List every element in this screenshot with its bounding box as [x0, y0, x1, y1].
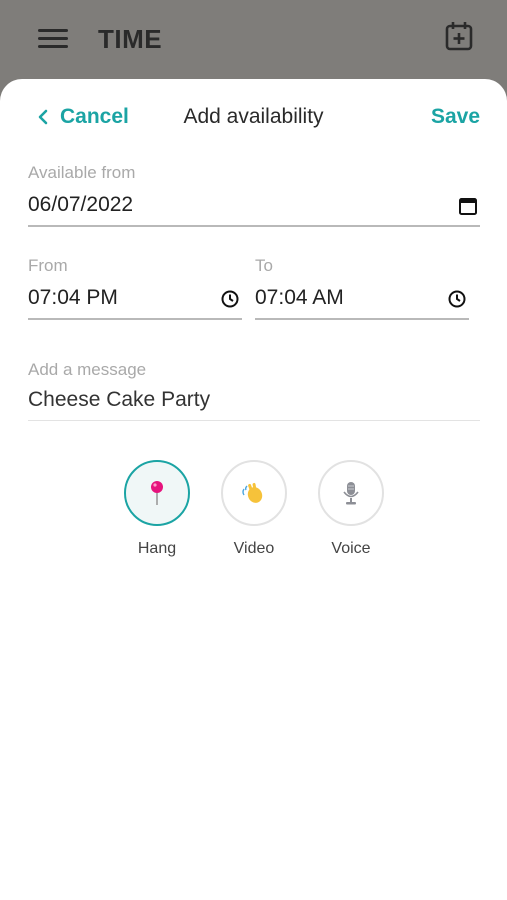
wave-hand-icon — [242, 482, 263, 503]
pin-icon — [151, 481, 163, 505]
option-video-label: Video — [233, 540, 275, 557]
app-title: TIME — [98, 24, 163, 54]
option-hang[interactable]: Hang — [122, 460, 192, 558]
option-voice[interactable]: Voice — [316, 460, 386, 558]
option-voice-circle[interactable] — [318, 460, 384, 526]
message-field[interactable]: Add a message Cheese Cake Party — [28, 360, 480, 421]
available-from-value: 06/07/2022 — [28, 193, 134, 216]
clock-icon[interactable] — [447, 289, 467, 309]
from-time-field[interactable]: From 07:04 PM — [28, 256, 242, 320]
app-bar: TIME — [0, 0, 507, 80]
option-video-circle[interactable] — [221, 460, 287, 526]
from-time-label: From — [28, 256, 68, 275]
calendar-add-icon[interactable] — [444, 20, 474, 52]
from-time-value: 07:04 PM — [28, 286, 118, 309]
menu-icon[interactable] — [38, 29, 68, 49]
cancel-label: Cancel — [60, 105, 129, 128]
option-video[interactable]: Video — [219, 460, 289, 558]
from-time-input[interactable]: 07:04 PM — [28, 286, 242, 320]
save-button[interactable]: Save — [431, 105, 480, 129]
clock-icon[interactable] — [220, 289, 240, 309]
message-input[interactable]: Cheese Cake Party — [28, 388, 480, 421]
sheet-header: Add availability Cancel Save — [0, 103, 507, 135]
to-time-input[interactable]: 07:04 AM — [255, 286, 469, 320]
option-voice-label: Voice — [331, 540, 371, 557]
cancel-button[interactable]: Cancel — [36, 105, 129, 129]
calendar-icon[interactable] — [458, 196, 478, 216]
available-from-input[interactable]: 06/07/2022 — [28, 193, 480, 227]
available-from-field[interactable]: Available from 06/07/2022 — [28, 163, 480, 227]
chevron-left-icon — [38, 109, 48, 125]
to-time-value: 07:04 AM — [255, 286, 344, 309]
option-hang-circle[interactable] — [124, 460, 190, 526]
message-value: Cheese Cake Party — [28, 388, 211, 411]
microphone-icon — [343, 482, 359, 505]
option-hang-label: Hang — [137, 540, 177, 557]
to-time-label: To — [255, 256, 273, 275]
message-label: Add a message — [28, 360, 147, 379]
to-time-field[interactable]: To 07:04 AM — [255, 256, 469, 320]
add-availability-sheet: Add availability Cancel Save Available f… — [0, 79, 507, 900]
available-from-label: Available from — [28, 163, 136, 182]
